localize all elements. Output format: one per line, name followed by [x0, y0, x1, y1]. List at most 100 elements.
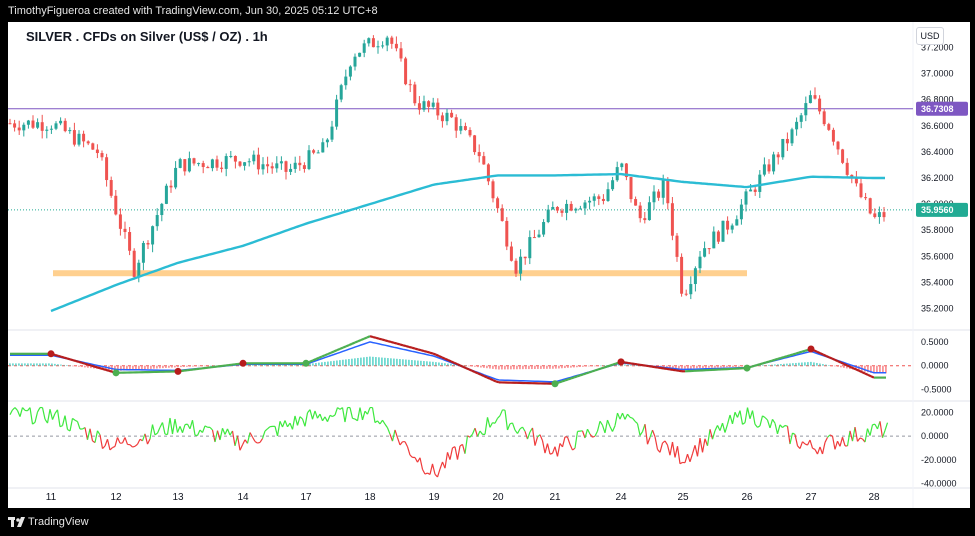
macd-fast-segment [489, 377, 494, 382]
candle-body [289, 168, 293, 172]
macd-histogram-bar [318, 362, 320, 366]
macd-histogram-bar [405, 359, 407, 366]
oscillator-segment [396, 437, 401, 446]
macd-histogram-bar [864, 365, 866, 372]
macd-fast-segment [837, 360, 842, 364]
oscillator-segment [179, 426, 184, 433]
macd-crossover-dot [743, 364, 751, 372]
oscillator-segment [196, 429, 201, 436]
macd-histogram-bar [387, 358, 389, 366]
candle-body [707, 248, 711, 250]
brand-label[interactable]: TradingView [28, 513, 89, 531]
macd-histogram-bar [573, 365, 575, 368]
macd-histogram-bar [813, 362, 815, 366]
macd-fast-segment [465, 367, 470, 371]
macd-fast-segment [321, 354, 326, 358]
candle-body [187, 158, 191, 172]
macd-histogram-bar [336, 360, 338, 366]
macd-fast-segment [840, 361, 845, 365]
oscillator-segment [739, 410, 744, 425]
candle-body [514, 260, 518, 274]
oscillator-segment [521, 426, 526, 432]
oscillator-segment [556, 443, 561, 457]
macd-fast-segment [816, 350, 821, 355]
oscillator-segment [526, 431, 531, 440]
oscillator-segment [69, 418, 74, 432]
time-tick-label: 13 [172, 492, 184, 503]
macd-histogram-bar [768, 364, 770, 366]
macd-fast-segment [420, 349, 425, 353]
horizontal-line-price-label: 36.7308 [921, 104, 954, 114]
oscillator-segment [691, 445, 696, 454]
macd-histogram-bar [801, 362, 803, 366]
macd-fast-segment [579, 373, 584, 377]
chart-area[interactable]: 11 12 13 14 17 18 19 20 21 24 25 26 27 28 35.2000 35.4… [8, 22, 970, 508]
oscillator-segment [827, 434, 831, 438]
candle-body [537, 234, 541, 238]
candle-body [546, 209, 550, 223]
macd-fast-segment [780, 356, 785, 360]
macd-fast-segment [69, 358, 74, 362]
macd-fast-segment [588, 370, 593, 374]
macd-histogram-bar [315, 362, 317, 366]
candle-body [836, 141, 840, 150]
oscillator-segment [136, 438, 141, 445]
oscillator-segment [766, 419, 771, 429]
chart-canvas[interactable]: 11 12 13 14 17 18 19 20 21 24 25 26 27 28 35.2000 35.4… [8, 22, 970, 508]
macd-histogram-bar [789, 363, 791, 366]
oscillator-segment [296, 416, 301, 426]
macd-histogram-bar [351, 358, 353, 366]
macd-fast-segment [480, 373, 485, 378]
oscillator-segment [549, 452, 553, 455]
macd-fast-segment [576, 374, 581, 378]
macd-histogram-bar [378, 357, 380, 366]
oscillator-segment [429, 463, 434, 475]
macd-histogram-bar [807, 362, 809, 366]
candle-body [243, 162, 247, 166]
macd-histogram-bar [834, 365, 836, 367]
oscillator-segment [779, 424, 783, 428]
oscillator-segment [34, 411, 39, 423]
oscillator-segment [96, 430, 101, 436]
macd-histogram-bar [780, 364, 782, 366]
macd-fast-segment [462, 365, 467, 370]
currency-button[interactable]: USD [916, 27, 944, 45]
candle-body [767, 164, 771, 172]
macd-fast-segment [351, 341, 356, 345]
candle-body [146, 242, 150, 245]
macd-histogram-bar [201, 365, 203, 367]
macd-histogram-bar [60, 364, 62, 366]
macd-fast-segment [486, 376, 491, 380]
oscillator-segment [224, 428, 229, 435]
oscillator-segment [584, 428, 589, 439]
macd-histogram-bar [495, 365, 497, 370]
macd-histogram-bar [531, 365, 533, 370]
oscillator-segment [464, 435, 469, 454]
macd-fast-segment [444, 357, 449, 362]
macd-histogram-bar [705, 365, 707, 368]
candle-body [344, 76, 348, 86]
candle-body [827, 124, 831, 130]
oscillator-segment [86, 428, 91, 440]
oscillator-segment [112, 445, 116, 449]
candle-body [8, 123, 12, 125]
oscillator-segment [319, 413, 324, 421]
macd-histogram-bar [555, 365, 557, 369]
macd-fast-segment [600, 366, 605, 370]
macd-histogram-bar [519, 365, 521, 370]
macd-fast-segment [81, 361, 86, 365]
macd-fast-segment [777, 356, 782, 360]
macd-histogram-bar [786, 363, 788, 366]
macd-fast-segment [99, 367, 104, 371]
macd-fast-segment [378, 337, 383, 341]
price-tick-label: 36.2000 [921, 173, 954, 183]
candle-body [59, 120, 63, 124]
tradingview-logo-icon[interactable] [8, 517, 28, 527]
oscillator-segment [531, 427, 536, 446]
oscillator-segment [851, 427, 856, 442]
macd-histogram-bar [765, 365, 767, 366]
macd-histogram-bar [687, 365, 689, 369]
macd-histogram-bar [177, 365, 179, 368]
oscillator-segment [484, 417, 489, 435]
oscillator-segment [771, 418, 776, 424]
